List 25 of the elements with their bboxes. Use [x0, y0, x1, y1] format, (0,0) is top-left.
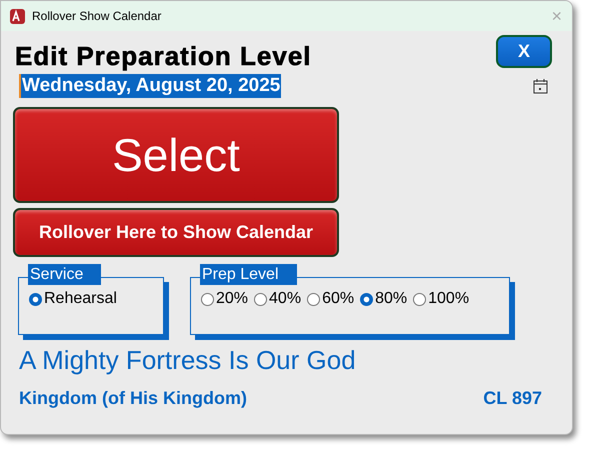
- option-label[interactable]: Rehearsal: [44, 290, 117, 308]
- calendar-icon[interactable]: [533, 78, 548, 94]
- radio-button[interactable]: [254, 292, 268, 306]
- option-label[interactable]: 40%: [269, 290, 302, 308]
- tune-name: Kingdom (of His Kingdom): [19, 388, 247, 409]
- option-label[interactable]: 60%: [322, 290, 354, 308]
- form-heading: Edit Preparation Level: [15, 41, 312, 72]
- group-title: Service: [28, 264, 102, 285]
- radio-button[interactable]: [201, 292, 214, 306]
- radio-button[interactable]: [413, 292, 426, 306]
- select-button[interactable]: Select: [13, 107, 339, 203]
- hymn-number: CL 897: [483, 388, 542, 409]
- option-label[interactable]: 80%: [375, 290, 408, 308]
- app-icon: [9, 8, 26, 24]
- date-field[interactable]: Wednesday, August 20, 2025: [19, 74, 282, 98]
- option-label[interactable]: 20%: [216, 290, 248, 308]
- close-button[interactable]: X: [496, 35, 552, 68]
- show-calendar-button[interactable]: Rollover Here to Show Calendar: [13, 208, 339, 257]
- radio-button[interactable]: [360, 292, 374, 306]
- radio-button[interactable]: [29, 292, 42, 306]
- radio-button[interactable]: [307, 292, 320, 306]
- option-label[interactable]: 100%: [428, 290, 470, 308]
- song-title: A Mighty Fortress Is Our God: [19, 345, 357, 376]
- group-title: Prep Level: [200, 264, 296, 285]
- window-title: Rollover Show Calendar: [32, 9, 162, 23]
